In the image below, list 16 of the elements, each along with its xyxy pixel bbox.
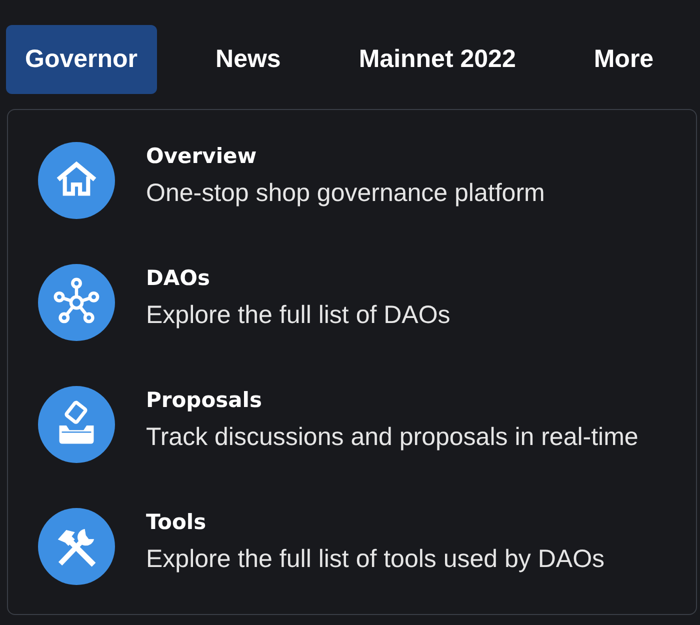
network-icon (38, 264, 115, 341)
nav-tab[interactable]: More (574, 25, 673, 94)
menu-item-title[interactable]: Overview (146, 140, 257, 170)
menu-item-description: Explore the full list of tools used by DAOs (146, 544, 605, 574)
menu-item-description: Explore the full list of DAOs (146, 300, 450, 330)
tools-icon (38, 508, 115, 585)
menu-item-title[interactable]: DAOs (146, 262, 210, 292)
nav-tab[interactable]: Governor (6, 25, 157, 94)
nav-tab[interactable]: News (196, 25, 300, 94)
ballot-box-icon (38, 386, 115, 463)
menu-item-title[interactable]: Tools (146, 506, 206, 536)
menu-item-title[interactable]: Proposals (146, 384, 262, 414)
menu-item-description: One-stop shop governance platform (146, 178, 545, 208)
home-icon (38, 142, 115, 219)
nav-tab[interactable]: Mainnet 2022 (340, 25, 535, 94)
menu-item-description: Track discussions and proposals in real-time (146, 422, 638, 452)
